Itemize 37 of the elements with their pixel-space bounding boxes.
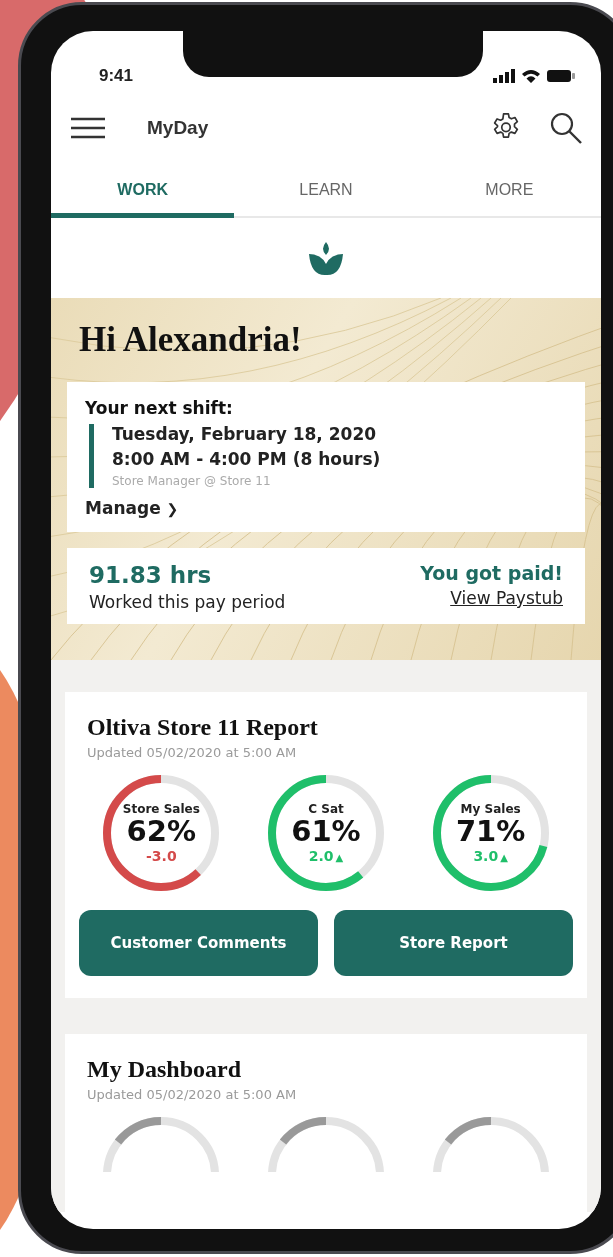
signal-icon bbox=[493, 69, 515, 83]
shift-heading: Your next shift: bbox=[85, 398, 234, 418]
status-time: 9:41 bbox=[99, 66, 134, 86]
gauge-delta: 3.0▲ bbox=[473, 847, 508, 864]
report-button[interactable]: Store Report bbox=[334, 910, 573, 976]
search-icon[interactable] bbox=[549, 111, 583, 145]
menu-icon[interactable] bbox=[71, 117, 105, 139]
shift-date: Tuesday, February 18, 2020 bbox=[112, 424, 378, 444]
shift-time: 8:00 AM - 4:00 PM (8 hours) bbox=[112, 449, 381, 469]
gauge-value: 61% bbox=[291, 816, 361, 848]
report-button[interactable]: Customer Comments bbox=[79, 910, 318, 976]
leaf-logo-icon bbox=[307, 242, 345, 276]
tab[interactable]: MORE bbox=[417, 167, 601, 218]
battery-icon bbox=[547, 69, 575, 83]
app-title: MyDay bbox=[147, 117, 210, 139]
gauge-label: C Sat bbox=[308, 802, 344, 817]
paid-message: You got paid! bbox=[420, 562, 563, 584]
gauge-delta: -3.0 bbox=[146, 847, 177, 864]
shift-role: Store Manager @ Store 11 bbox=[112, 474, 272, 488]
updated-text: Updated 05/02/2020 at 5:00 AM bbox=[87, 1087, 298, 1102]
greeting-heading: Hi Alexandria! bbox=[79, 320, 303, 360]
gauge-delta: 2.0▲ bbox=[308, 847, 344, 864]
updated-text: Updated 05/02/2020 at 5:00 AM bbox=[87, 745, 298, 760]
gauge-value: 71% bbox=[455, 816, 526, 848]
paystub-link[interactable]: View Paystub bbox=[450, 588, 563, 608]
hours-value: 91.83 hrs bbox=[89, 562, 213, 588]
tab[interactable]: LEARN bbox=[234, 167, 418, 218]
wifi-icon bbox=[521, 68, 541, 84]
gauge-label: My Sales bbox=[460, 802, 521, 817]
gauge-label: Store Sales bbox=[122, 802, 200, 817]
dashboard-title: My Dashboard bbox=[87, 1056, 243, 1083]
gauge-value: 62% bbox=[126, 816, 197, 848]
tab[interactable]: WORK bbox=[51, 167, 235, 218]
hours-label: Worked this pay period bbox=[89, 592, 286, 612]
manage-link[interactable]: Manage ❯ bbox=[85, 498, 179, 518]
report-title: Oltiva Store 11 Report bbox=[87, 714, 319, 741]
accent-bar bbox=[89, 424, 94, 488]
